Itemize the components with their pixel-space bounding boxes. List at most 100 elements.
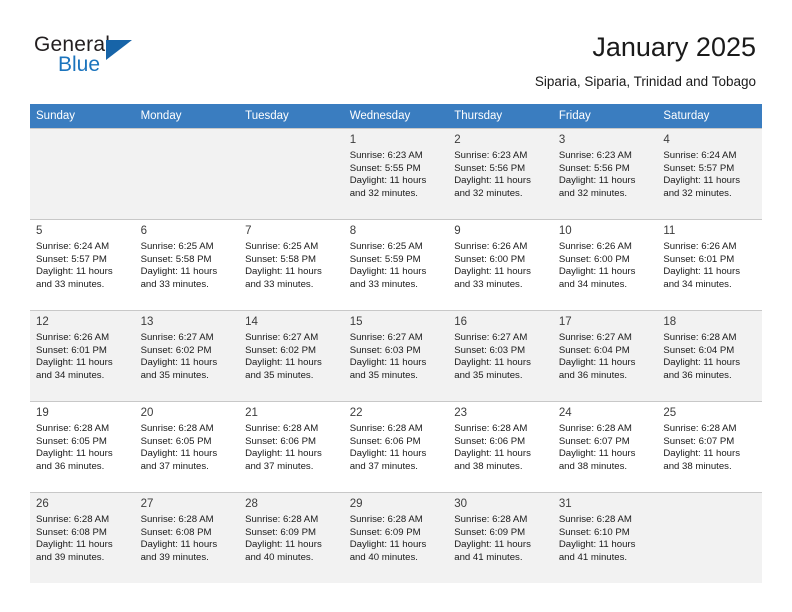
daylight-duration-line1: Daylight: 11 hours	[140, 539, 218, 551]
calendar-day-cell[interactable]: 17 Sunrise: 6:27 AM Sunset: 6:04 PM Dayligh…	[552, 311, 658, 401]
sunrise-time: Sunrise: 6:23 AM	[558, 150, 632, 161]
page-title: January 2025	[592, 32, 756, 62]
calendar-day-cell[interactable]: 6 Sunrise: 6:25 AM Sunset: 5:58 PM Daylight…	[134, 220, 240, 310]
sunrise-time: Sunrise: 6:28 AM	[245, 514, 319, 525]
day-cell-content: 26 Sunrise: 6:28 AM Sunset: 6:08 PM Dayligh…	[30, 493, 135, 583]
calendar-day-cell[interactable]: 4 Sunrise: 6:24 AM Sunset: 5:57 PM Daylight…	[657, 129, 762, 219]
calendar-day-cell[interactable]: 31 Sunrise: 6:28 AM Sunset: 6:10 PM Dayligh…	[552, 493, 658, 583]
calendar-day-cell[interactable]: 29 Sunrise: 6:28 AM Sunset: 6:09 PM Dayligh…	[343, 493, 449, 583]
daylight-duration-line1: Daylight: 11 hours	[558, 539, 636, 551]
daylight-duration-line2: and 38 minutes.	[558, 460, 628, 472]
day-details: Sunrise: 6:28 AM Sunset: 6:05 PM Daylight:…	[141, 422, 234, 473]
calendar-day-cell[interactable]: 19 Sunrise: 6:28 AM Sunset: 6:05 PM Dayligh…	[30, 402, 135, 492]
calendar-day-cell[interactable]: 23 Sunrise: 6:28 AM Sunset: 6:06 PM Dayligh…	[448, 402, 553, 492]
daylight-duration-line1: Daylight: 11 hours	[558, 175, 636, 187]
sunset-time: Sunset: 6:00 PM	[454, 253, 526, 265]
calendar-day-cell[interactable]: 27 Sunrise: 6:28 AM Sunset: 6:08 PM Dayligh…	[134, 493, 240, 583]
day-details: Sunrise: 6:25 AM Sunset: 5:58 PM Daylight:…	[141, 240, 234, 291]
daylight-duration-line2: and 39 minutes.	[36, 551, 105, 563]
day-cell-content: 19 Sunrise: 6:28 AM Sunset: 6:05 PM Dayligh…	[30, 402, 135, 492]
sunrise-time: Sunrise: 6:25 AM	[140, 241, 214, 252]
calendar-day-cell[interactable]: 28 Sunrise: 6:28 AM Sunset: 6:09 PM Dayligh…	[239, 493, 344, 583]
calendar-day-cell[interactable]: 10 Sunrise: 6:26 AM Sunset: 6:00 PM Dayligh…	[552, 220, 658, 310]
day-number: 9	[454, 225, 461, 237]
calendar-header-row: Sunday Monday Tuesday Wednesday Thursday…	[30, 104, 762, 128]
day-details: Sunrise: 6:28 AM Sunset: 6:09 PM Daylight:…	[350, 513, 443, 564]
daylight-duration-line2: and 38 minutes.	[454, 460, 523, 472]
daylight-duration-line1: Daylight: 11 hours	[140, 266, 218, 278]
sunrise-time: Sunrise: 6:28 AM	[663, 423, 737, 434]
sunrise-time: Sunrise: 6:28 AM	[349, 423, 423, 434]
calendar-day-cell[interactable]: 2 Sunrise: 6:23 AM Sunset: 5:56 PM Daylight…	[448, 129, 553, 219]
daylight-duration-line1: Daylight: 11 hours	[140, 357, 218, 369]
calendar-day-cell[interactable]: 24 Sunrise: 6:28 AM Sunset: 6:07 PM Dayligh…	[552, 402, 658, 492]
calendar-day-cell[interactable]: 1 Sunrise: 6:23 AM Sunset: 5:55 PM Daylight…	[343, 129, 449, 219]
calendar-day-cell[interactable]: 9 Sunrise: 6:26 AM Sunset: 6:00 PM Daylight…	[448, 220, 553, 310]
calendar-day-cell[interactable]: 22 Sunrise: 6:28 AM Sunset: 6:06 PM Dayligh…	[343, 402, 449, 492]
sunset-time: Sunset: 6:06 PM	[454, 435, 526, 447]
page-header: General Blue January 2025 Siparia, Sipar…	[0, 0, 792, 104]
daylight-duration-line2: and 34 minutes.	[558, 278, 628, 290]
calendar-day-cell[interactable]: 3 Sunrise: 6:23 AM Sunset: 5:56 PM Daylight…	[552, 129, 658, 219]
calendar-day-cell[interactable]: 11 Sunrise: 6:26 AM Sunset: 6:01 PM Dayligh…	[657, 220, 762, 310]
sunset-time: Sunset: 6:02 PM	[140, 344, 212, 356]
daylight-duration-line1: Daylight: 11 hours	[349, 357, 427, 369]
calendar-day-cell[interactable]: 13 Sunrise: 6:27 AM Sunset: 6:02 PM Dayligh…	[134, 311, 240, 401]
daylight-duration-line1: Daylight: 11 hours	[454, 175, 531, 187]
calendar-day-cell[interactable]: 7 Sunrise: 6:25 AM Sunset: 5:58 PM Daylight…	[239, 220, 344, 310]
sunset-time: Sunset: 5:56 PM	[558, 162, 630, 174]
day-cell-content: 29 Sunrise: 6:28 AM Sunset: 6:09 PM Dayligh…	[343, 493, 449, 583]
general-blue-logo[interactable]: General Blue	[34, 33, 164, 81]
sunset-time: Sunset: 6:03 PM	[454, 344, 526, 356]
weekday-header-saturday: Saturday	[657, 104, 762, 128]
day-details: Sunrise: 6:28 AM Sunset: 6:04 PM Daylight:…	[663, 331, 756, 382]
day-cell-content: 23 Sunrise: 6:28 AM Sunset: 6:06 PM Dayligh…	[448, 402, 553, 492]
daylight-duration-line1: Daylight: 11 hours	[558, 448, 636, 460]
daylight-duration-line2: and 40 minutes.	[349, 551, 418, 563]
calendar-day-cell[interactable]: 21 Sunrise: 6:28 AM Sunset: 6:06 PM Dayligh…	[239, 402, 344, 492]
calendar-body: 1 Sunrise: 6:23 AM Sunset: 5:55 PM Daylight…	[30, 128, 762, 583]
calendar-day-cell[interactable]: 18 Sunrise: 6:28 AM Sunset: 6:04 PM Dayligh…	[657, 311, 762, 401]
day-cell-content: 11 Sunrise: 6:26 AM Sunset: 6:01 PM Dayligh…	[657, 220, 762, 310]
calendar-day-cell	[30, 129, 135, 219]
day-details: Sunrise: 6:25 AM Sunset: 5:59 PM Daylight:…	[350, 240, 443, 291]
day-details: Sunrise: 6:28 AM Sunset: 6:10 PM Daylight:…	[559, 513, 652, 564]
calendar-day-cell[interactable]: 30 Sunrise: 6:28 AM Sunset: 6:09 PM Dayligh…	[448, 493, 553, 583]
calendar-day-cell[interactable]: 25 Sunrise: 6:28 AM Sunset: 6:07 PM Dayligh…	[657, 402, 762, 492]
day-cell-content: 5 Sunrise: 6:24 AM Sunset: 5:57 PM Daylight…	[30, 220, 135, 310]
daylight-duration-line1: Daylight: 11 hours	[245, 357, 322, 369]
day-cell-content: 20 Sunrise: 6:28 AM Sunset: 6:05 PM Dayligh…	[134, 402, 240, 492]
daylight-duration-line2: and 37 minutes.	[349, 460, 418, 472]
day-details: Sunrise: 6:24 AM Sunset: 5:57 PM Daylight:…	[36, 240, 129, 291]
sunset-time: Sunset: 6:04 PM	[663, 344, 735, 356]
calendar-day-cell[interactable]: 20 Sunrise: 6:28 AM Sunset: 6:05 PM Dayligh…	[134, 402, 240, 492]
calendar-day-cell[interactable]: 26 Sunrise: 6:28 AM Sunset: 6:08 PM Dayligh…	[30, 493, 135, 583]
sunrise-time: Sunrise: 6:26 AM	[558, 241, 632, 252]
day-number: 5	[36, 225, 43, 237]
daylight-duration-line1: Daylight: 11 hours	[558, 266, 636, 278]
day-details: Sunrise: 6:28 AM Sunset: 6:09 PM Daylight:…	[245, 513, 338, 564]
calendar-day-cell[interactable]: 12 Sunrise: 6:26 AM Sunset: 6:01 PM Dayligh…	[30, 311, 135, 401]
day-cell-content: 10 Sunrise: 6:26 AM Sunset: 6:00 PM Dayligh…	[552, 220, 658, 310]
sunrise-time: Sunrise: 6:28 AM	[36, 423, 110, 434]
sunrise-time: Sunrise: 6:27 AM	[454, 332, 528, 343]
sunrise-time: Sunrise: 6:28 AM	[663, 332, 737, 343]
daylight-duration-line1: Daylight: 11 hours	[558, 357, 636, 369]
daylight-duration-line2: and 40 minutes.	[245, 551, 314, 563]
calendar-week-row: 26 Sunrise: 6:28 AM Sunset: 6:08 PM Dayligh…	[30, 493, 762, 583]
sunset-time: Sunset: 6:07 PM	[558, 435, 630, 447]
calendar-day-cell[interactable]: 14 Sunrise: 6:27 AM Sunset: 6:02 PM Dayligh…	[239, 311, 344, 401]
sunrise-time: Sunrise: 6:27 AM	[140, 332, 214, 343]
sunset-time: Sunset: 6:09 PM	[454, 526, 526, 538]
calendar-day-cell[interactable]: 15 Sunrise: 6:27 AM Sunset: 6:03 PM Dayligh…	[343, 311, 449, 401]
day-number: 20	[140, 407, 154, 419]
calendar-day-cell[interactable]: 16 Sunrise: 6:27 AM Sunset: 6:03 PM Dayligh…	[448, 311, 553, 401]
sunset-time: Sunset: 6:03 PM	[349, 344, 421, 356]
calendar-day-cell[interactable]: 8 Sunrise: 6:25 AM Sunset: 5:59 PM Daylight…	[343, 220, 449, 310]
day-details: Sunrise: 6:27 AM Sunset: 6:02 PM Daylight:…	[141, 331, 234, 382]
daylight-duration-line1: Daylight: 11 hours	[663, 357, 740, 369]
day-number: 21	[245, 407, 258, 419]
calendar-day-cell[interactable]: 5 Sunrise: 6:24 AM Sunset: 5:57 PM Daylight…	[30, 220, 135, 310]
daylight-duration-line1: Daylight: 11 hours	[454, 266, 531, 278]
day-cell-content: 16 Sunrise: 6:27 AM Sunset: 6:03 PM Dayligh…	[448, 311, 553, 401]
